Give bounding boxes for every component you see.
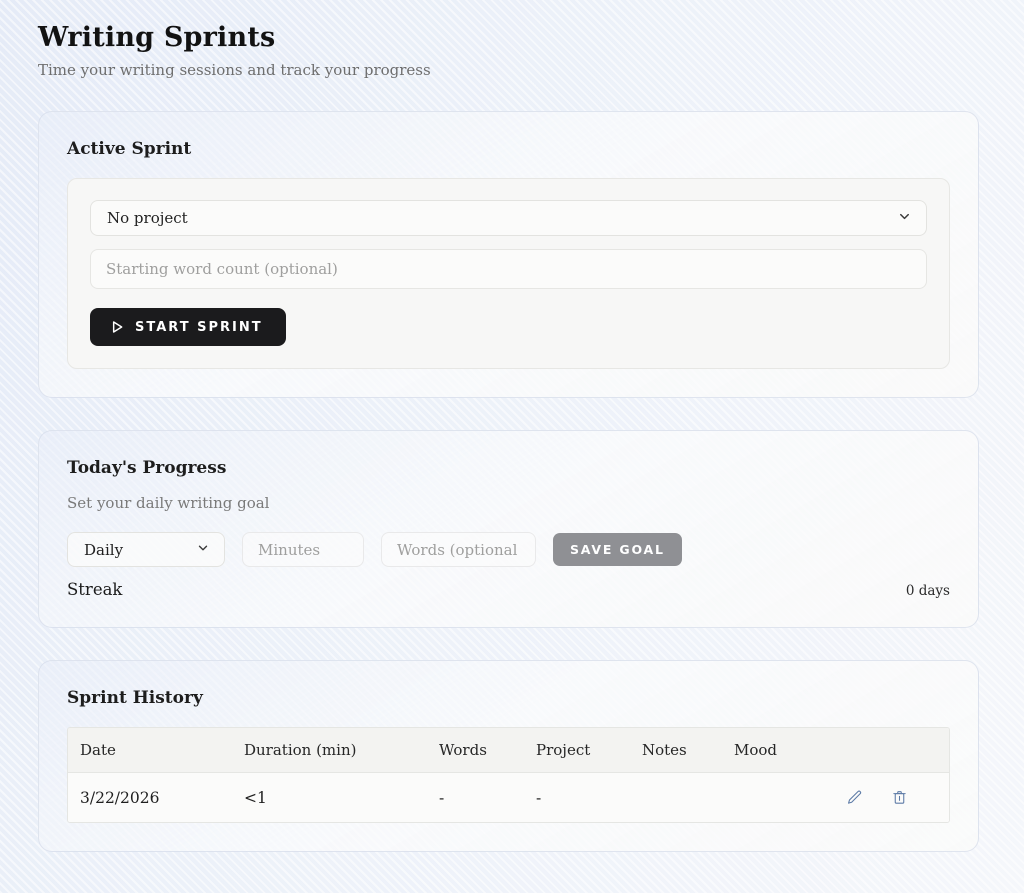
goal-minutes-input[interactable] <box>242 532 364 567</box>
save-goal-button[interactable]: SAVE GOAL <box>553 533 682 566</box>
play-icon <box>109 319 125 335</box>
cell-duration: <1 <box>232 789 427 807</box>
col-header-duration: Duration (min) <box>232 741 427 759</box>
goal-frequency-select[interactable]: Daily <box>67 532 225 567</box>
project-select[interactable]: No project <box>90 200 927 236</box>
active-sprint-card: Active Sprint No project START SPRINT <box>38 111 979 398</box>
todays-progress-card: Today's Progress Set your daily writing … <box>38 430 979 628</box>
project-select-value: No project <box>107 209 188 227</box>
col-header-mood: Mood <box>722 741 812 759</box>
cell-words: - <box>427 789 524 807</box>
cell-project: - <box>524 789 630 807</box>
chevron-down-icon <box>196 541 210 559</box>
streak-row: Streak 0 days <box>67 580 950 599</box>
sprint-history-table: Date Duration (min) Words Project Notes … <box>67 727 950 823</box>
pencil-icon <box>846 789 863 806</box>
delete-row-button[interactable] <box>889 787 910 808</box>
cell-date: 3/22/2026 <box>68 789 232 807</box>
start-sprint-label: START SPRINT <box>135 320 263 335</box>
trash-icon <box>891 789 908 806</box>
sprint-history-card: Sprint History Date Duration (min) Words… <box>38 660 979 852</box>
streak-label: Streak <box>67 580 122 599</box>
cell-actions <box>812 787 949 808</box>
table-row: 3/22/2026 <1 - - <box>68 773 949 822</box>
todays-progress-heading: Today's Progress <box>67 458 950 478</box>
goal-row: Daily SAVE GOAL <box>67 532 950 567</box>
edit-row-button[interactable] <box>844 787 865 808</box>
goal-frequency-value: Daily <box>84 541 123 559</box>
starting-word-count-input[interactable] <box>90 249 927 289</box>
sprint-form-panel: No project START SPRINT <box>67 178 950 369</box>
col-header-notes: Notes <box>630 741 722 759</box>
col-header-words: Words <box>427 741 524 759</box>
goal-subtitle: Set your daily writing goal <box>67 494 950 512</box>
save-goal-label: SAVE GOAL <box>570 542 665 557</box>
start-sprint-button[interactable]: START SPRINT <box>90 308 286 346</box>
col-header-project: Project <box>524 741 630 759</box>
sprint-history-heading: Sprint History <box>67 688 950 708</box>
active-sprint-heading: Active Sprint <box>67 139 950 159</box>
page-title: Writing Sprints <box>38 22 979 53</box>
page-subtitle: Time your writing sessions and track you… <box>38 61 979 79</box>
streak-value: 0 days <box>906 583 950 599</box>
table-header-row: Date Duration (min) Words Project Notes … <box>68 728 949 773</box>
chevron-down-icon <box>897 209 912 228</box>
col-header-date: Date <box>68 741 232 759</box>
page-container: Writing Sprints Time your writing sessio… <box>38 0 979 852</box>
goal-words-input[interactable] <box>381 532 536 567</box>
